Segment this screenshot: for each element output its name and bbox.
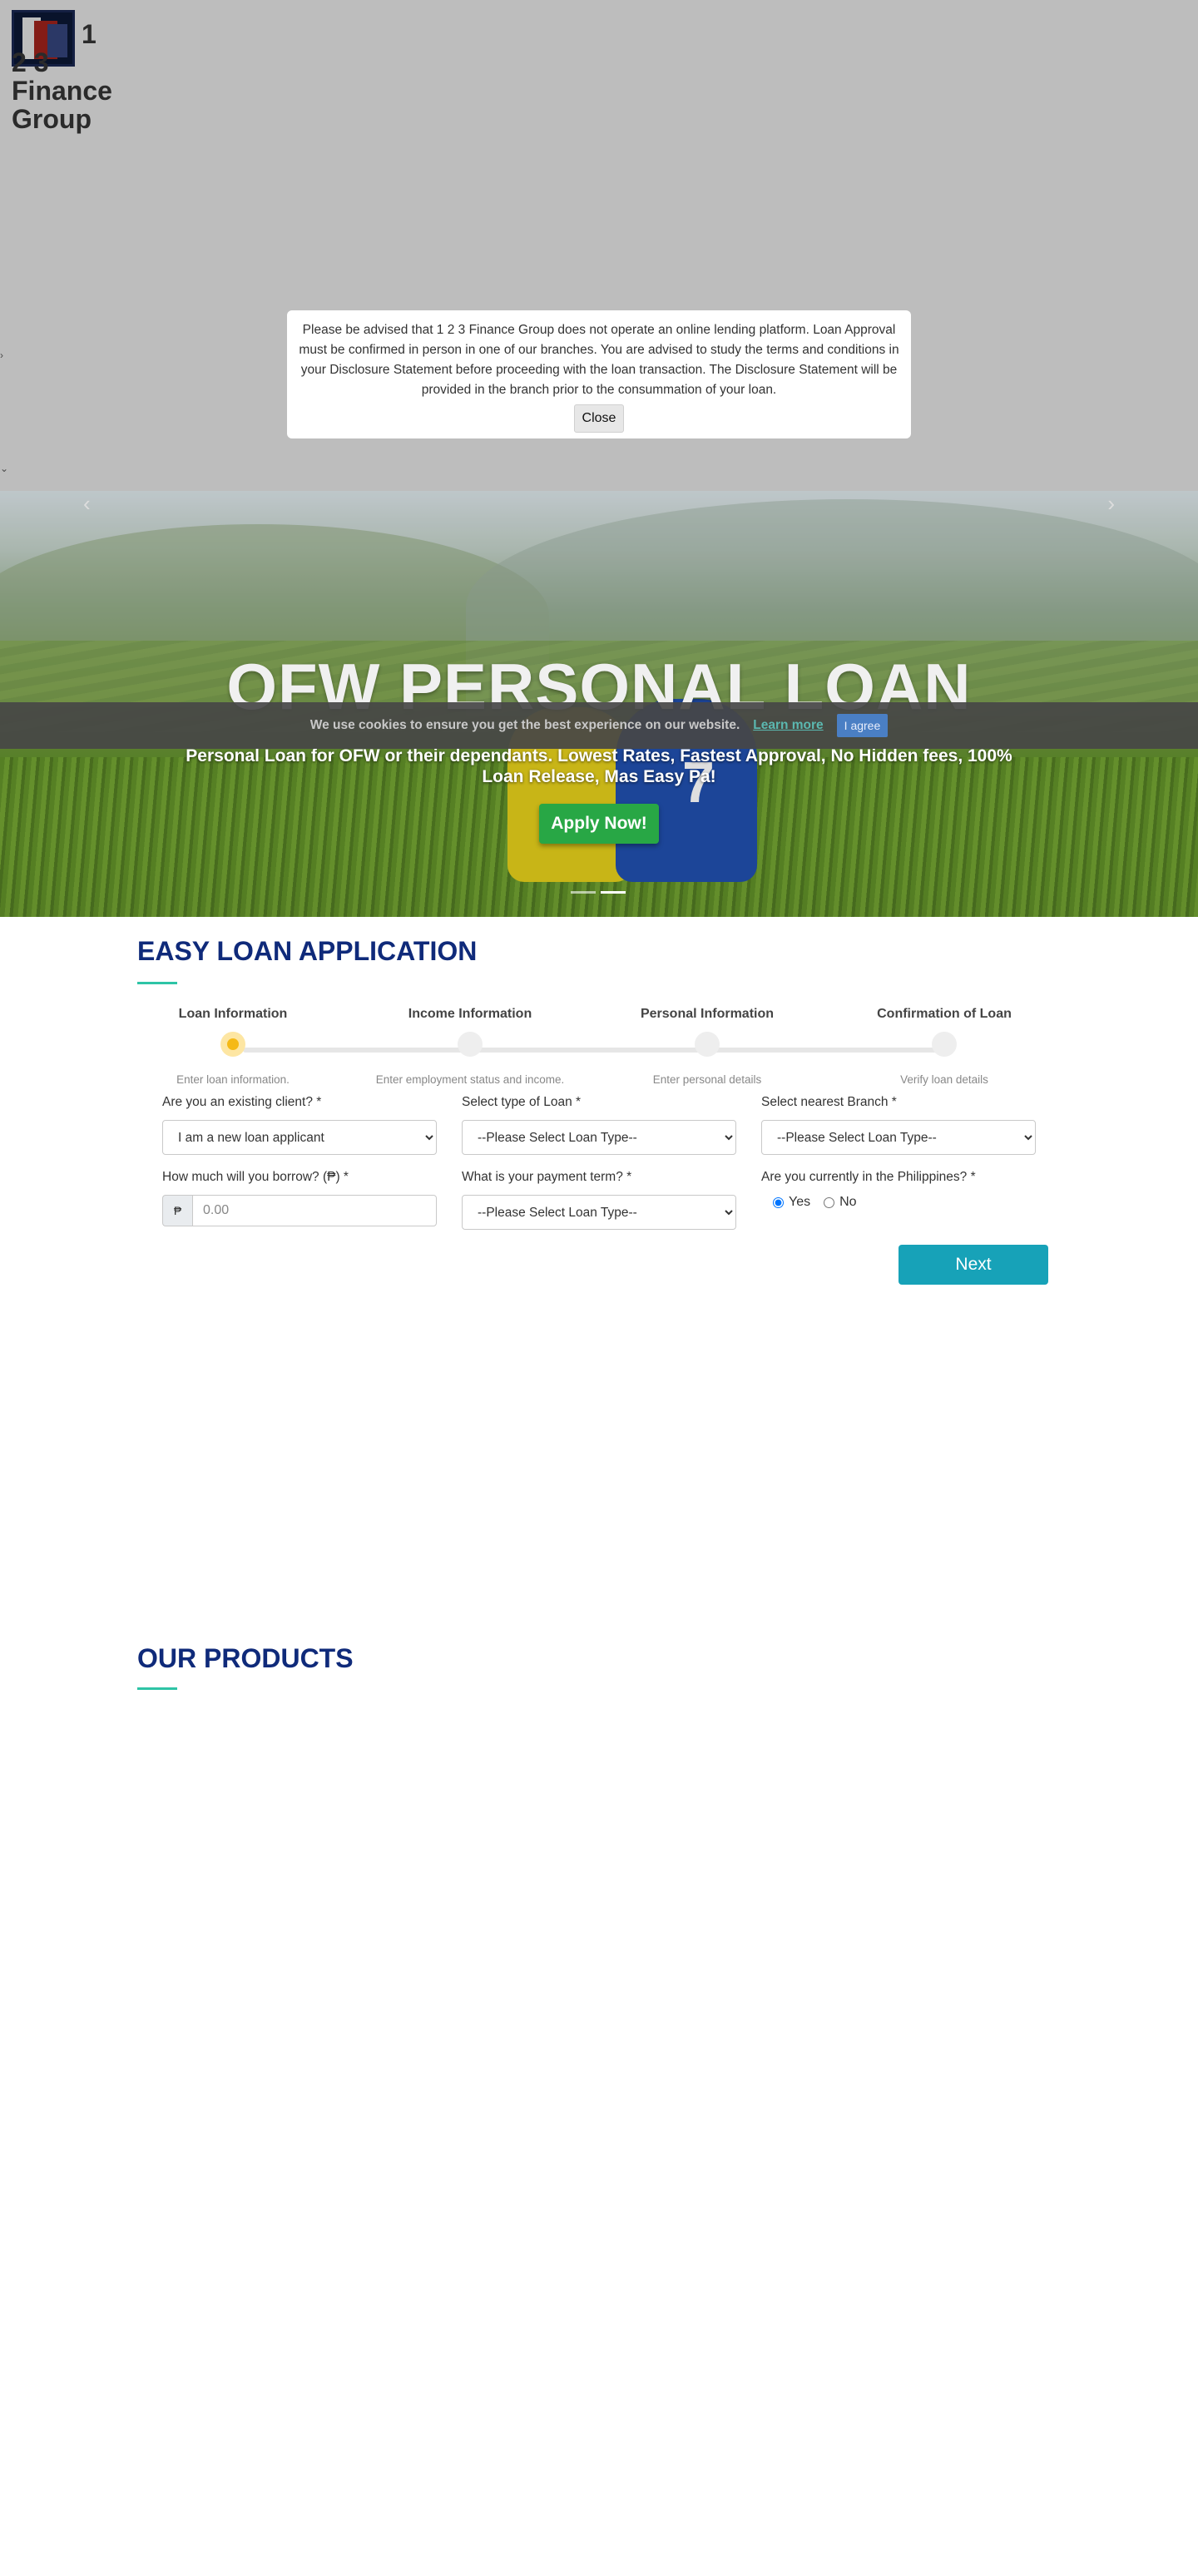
in-philippines-radios: Yes No <box>773 1195 1036 1210</box>
step-title: Loan Information <box>178 1007 288 1021</box>
carousel-indicator-active[interactable] <box>601 891 626 894</box>
step-dot-active <box>220 1032 245 1057</box>
step-dot <box>458 1032 483 1057</box>
step-title: Income Information <box>408 1007 532 1021</box>
cookie-message: We use cookies to ensure you get the bes… <box>309 718 740 732</box>
peso-currency-icon: ₱ <box>162 1195 192 1226</box>
radio-yes-label: Yes <box>789 1195 811 1209</box>
i-agree-button[interactable]: I agree <box>836 714 889 737</box>
borrow-amount-input[interactable] <box>192 1195 437 1226</box>
step-desc: Enter personal details <box>652 1073 762 1086</box>
existing-client-field: Are you an existing client? * I am a new… <box>162 1095 437 1155</box>
next-button[interactable]: Next <box>898 1245 1048 1285</box>
payment-term-label: What is your payment term? * <box>462 1170 632 1184</box>
title-underline <box>137 982 177 984</box>
learn-more-link[interactable]: Learn more <box>753 718 823 733</box>
loan-section-title: EASY LOAN APPLICATION <box>137 936 478 966</box>
radio-no[interactable] <box>824 1196 835 1208</box>
apply-now-button[interactable]: Apply Now! <box>539 804 659 844</box>
in-philippines-field: Are you currently in the Philippines? * … <box>761 1170 1036 1210</box>
advisory-message: Please be advised that 1 2 3 Finance Gro… <box>299 323 899 397</box>
step-title: Confirmation of Loan <box>877 1007 1012 1021</box>
step-desc: Enter loan information. <box>176 1073 290 1086</box>
loan-steps: Loan Information Enter loan information.… <box>162 1007 1036 1090</box>
branch-field: Select nearest Branch * --Please Select … <box>761 1095 1036 1155</box>
payment-term-field: What is your payment term? * --Please Se… <box>462 1170 736 1230</box>
step-income-information[interactable]: Income Information Enter employment stat… <box>374 1007 566 1086</box>
radio-no-label: No <box>839 1195 857 1209</box>
step-dot <box>695 1032 720 1057</box>
step-desc: Verify loan details <box>900 1073 988 1086</box>
carousel-next-icon[interactable]: › <box>1107 491 1115 517</box>
radio-yes[interactable] <box>773 1196 784 1208</box>
carousel-prev-icon[interactable]: ‹ <box>83 491 91 517</box>
carousel-indicator[interactable] <box>571 891 596 894</box>
products-section-title: OUR PRODUCTS <box>137 1643 354 1673</box>
advisory-modal: Please be advised that 1 2 3 Finance Gro… <box>287 310 911 438</box>
branch-label: Select nearest Branch * <box>761 1095 897 1109</box>
step-confirmation-of-loan[interactable]: Confirmation of Loan Verify loan details <box>849 1007 1040 1086</box>
radio-no-option[interactable]: No <box>824 1195 857 1210</box>
branch-select[interactable]: --Please Select Loan Type-- <box>761 1120 1036 1155</box>
loan-type-field: Select type of Loan * --Please Select Lo… <box>462 1095 736 1155</box>
existing-client-label: Are you an existing client? * <box>162 1095 322 1109</box>
borrow-amount-label: How much will you borrow? (₱) * <box>162 1170 349 1184</box>
in-philippines-label: Are you currently in the Philippines? * <box>761 1170 976 1184</box>
borrow-amount-group: ₱ <box>162 1195 437 1226</box>
radio-yes-option[interactable]: Yes <box>773 1195 810 1210</box>
close-button[interactable]: Close <box>574 404 624 433</box>
hero-subtitle: Personal Loan for OFW or their dependant… <box>186 746 1012 786</box>
existing-client-select[interactable]: I am a new loan applicant <box>162 1120 437 1155</box>
step-personal-information[interactable]: Personal Information Enter personal deta… <box>611 1007 803 1086</box>
loan-type-label: Select type of Loan * <box>462 1095 582 1109</box>
step-title: Personal Information <box>640 1007 775 1021</box>
payment-term-select[interactable]: --Please Select Loan Type-- <box>462 1195 736 1230</box>
borrow-amount-field: How much will you borrow? (₱) * ₱ <box>162 1170 437 1226</box>
step-dot <box>932 1032 957 1057</box>
step-loan-information[interactable]: Loan Information Enter loan information. <box>137 1007 329 1086</box>
step-desc: Enter employment status and income. <box>375 1073 565 1086</box>
products-title-underline <box>137 1687 177 1690</box>
carousel-indicators <box>571 891 626 894</box>
loan-type-select[interactable]: --Please Select Loan Type-- <box>462 1120 736 1155</box>
steps-track <box>243 1048 954 1053</box>
cookie-banner: We use cookies to ensure you get the bes… <box>0 702 1198 749</box>
